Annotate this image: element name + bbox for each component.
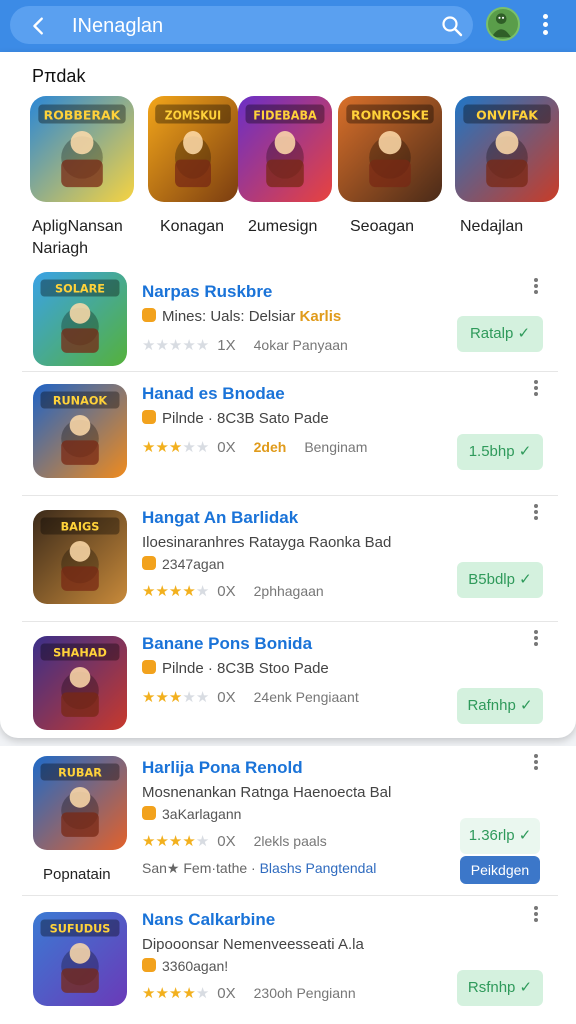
featured-game-tile[interactable]: ROBBERAK bbox=[30, 96, 134, 202]
app-list-row[interactable]: RUNAOK Hanad es Bnodae Pilnde · 8C3B Sato… bbox=[22, 372, 558, 496]
svg-text:ZOMSKUI: ZOMSKUI bbox=[165, 107, 221, 122]
more-options-icon[interactable] bbox=[530, 752, 542, 772]
back-arrow-icon[interactable] bbox=[28, 15, 50, 37]
featured-game-label[interactable]: Nedajlan bbox=[460, 216, 523, 238]
search-input[interactable]: INenaglan bbox=[72, 15, 163, 38]
app-list-row[interactable]: SUFUDUS Nans Calkarbine Dipooonsar Nemenv… bbox=[22, 898, 558, 1020]
app-list-row[interactable]: SOLARE Narpas Ruskbre Mines: Uals: Delsia… bbox=[22, 270, 558, 372]
app-meta: Benginam bbox=[304, 439, 368, 455]
svg-text:ROBBERAK: ROBBERAK bbox=[44, 107, 122, 122]
svg-text:SUFUDUS: SUFUDUS bbox=[50, 923, 111, 936]
more-vertical-icon[interactable] bbox=[536, 12, 554, 38]
featured-game-tile[interactable]: ONVIFAK bbox=[455, 96, 559, 202]
app-icon[interactable]: SHAHAD bbox=[33, 636, 127, 730]
rating-stars: ★★★★★ 0X 24enk Pengiaant bbox=[142, 689, 359, 706]
app-icon[interactable]: BAIGS bbox=[33, 510, 127, 604]
rating-stars: ★★★★★ 0X 2lekls paals bbox=[142, 833, 327, 850]
app-list-row[interactable]: BAIGS Hangat An Barlidak Iloesinaranhres … bbox=[22, 496, 558, 622]
developer-badge-icon bbox=[142, 958, 156, 972]
action-button[interactable]: Peikdgen bbox=[460, 856, 540, 884]
rating-value: 0X bbox=[217, 439, 236, 456]
svg-text:RUBAR: RUBAR bbox=[58, 767, 102, 780]
app-list-row[interactable]: RUBAR Harlija Pona Renold Mosnenankan Rat… bbox=[22, 746, 558, 896]
svg-text:SHAHAD: SHAHAD bbox=[53, 647, 107, 660]
install-button[interactable]: 1.36rlp ✓ bbox=[460, 818, 540, 854]
app-meta: 2phhagaan bbox=[253, 583, 324, 599]
more-options-icon[interactable] bbox=[530, 502, 542, 522]
developer-badge-icon bbox=[142, 556, 156, 570]
developer-badge-icon bbox=[142, 806, 156, 820]
featured-game-tile[interactable]: ZOMSKUI bbox=[148, 96, 238, 202]
developer-badge-icon bbox=[142, 410, 156, 424]
app-title[interactable]: Hangat An Barlidak bbox=[142, 508, 298, 528]
featured-game-tile[interactable]: FIDEBABA bbox=[238, 96, 332, 202]
app-meta: 2lekls paals bbox=[253, 833, 327, 849]
install-button[interactable]: Rsfnhp ✓ bbox=[457, 970, 543, 1006]
rating-value: 0X bbox=[217, 689, 236, 706]
rating-stars: ★★★★★ 0X 230oh Pengiann bbox=[142, 985, 356, 1002]
more-options-icon[interactable] bbox=[530, 904, 542, 924]
app-developer: Pilnde · 8C3B Sato Pade bbox=[142, 410, 329, 427]
main-card: Pπdak ROBBERAK ApligNansan Nariagh ZOMSK… bbox=[0, 52, 576, 738]
featured-game-label[interactable]: 2umesign bbox=[248, 216, 317, 238]
app-icon[interactable]: RUNAOK bbox=[33, 384, 127, 478]
featured-game-label[interactable]: ApligNansan Nariagh bbox=[32, 216, 123, 260]
svg-text:SOLARE: SOLARE bbox=[55, 283, 105, 296]
app-meta: 4okar Panyaan bbox=[253, 337, 348, 353]
section-title: Pπdak bbox=[32, 66, 86, 86]
promo-text: San★ Fem·tathe · Blashs Pangtendal bbox=[142, 860, 377, 876]
svg-text:FIDEBABA: FIDEBABA bbox=[253, 108, 317, 123]
more-options-icon[interactable] bbox=[530, 276, 542, 296]
search-icon[interactable] bbox=[440, 14, 464, 38]
more-options-icon[interactable] bbox=[530, 378, 542, 398]
rating-stars: ★★★★★ 0X 2phhagaan bbox=[142, 583, 324, 600]
app-developer: Pilnde · 8C3B Stoo Pade bbox=[142, 660, 329, 677]
svg-text:ONVIFAK: ONVIFAK bbox=[476, 107, 539, 122]
featured-game-tile[interactable]: RONROSKE bbox=[338, 96, 442, 202]
install-button[interactable]: Rafnhp ✓ bbox=[457, 688, 543, 724]
install-button[interactable]: 1.5bhp ✓ bbox=[457, 434, 543, 470]
rating-value: 0X bbox=[217, 985, 236, 1002]
svg-text:RONROSKE: RONROSKE bbox=[351, 107, 429, 122]
featured-game-label[interactable]: Konagan bbox=[160, 216, 224, 238]
app-caption: Popnatain bbox=[43, 866, 111, 883]
app-title[interactable]: Hanad es Bnodae bbox=[142, 384, 285, 404]
rating-value: 0X bbox=[217, 833, 236, 850]
app-list-section: RUBAR Harlija Pona Renold Mosnenankan Rat… bbox=[0, 746, 576, 1024]
developer-badge-icon bbox=[142, 308, 156, 322]
app-meta: 230oh Pengiann bbox=[253, 985, 356, 1001]
app-developer: Mines: Uals: Delsiar Karlis bbox=[142, 308, 341, 325]
search-bar[interactable]: INenaglan bbox=[10, 6, 473, 44]
downloads-value: 2deh bbox=[253, 439, 287, 455]
app-developer: Mosnenankan Ratnga Haenoecta Bal bbox=[142, 784, 392, 801]
app-developer: Dipooonsar Nemenveesseati A.la bbox=[142, 936, 364, 953]
app-title[interactable]: Narpas Ruskbre bbox=[142, 282, 272, 302]
rating-value: 0X bbox=[217, 583, 236, 600]
more-options-icon[interactable] bbox=[530, 628, 542, 648]
app-icon[interactable]: SUFUDUS bbox=[33, 912, 127, 1006]
app-icon[interactable]: RUBAR bbox=[33, 756, 127, 850]
install-button[interactable]: B5bdlp ✓ bbox=[457, 562, 543, 598]
install-button[interactable]: Ratalp ✓ bbox=[457, 316, 543, 352]
svg-text:BAIGS: BAIGS bbox=[61, 521, 100, 534]
app-category: 3360agan! bbox=[142, 958, 228, 974]
featured-game-label[interactable]: Seoagan bbox=[350, 216, 414, 238]
app-developer: Iloesinaranhres Ratayga Raonka Bad bbox=[142, 534, 392, 551]
app-title[interactable]: Nans Calkarbine bbox=[142, 910, 275, 930]
svg-text:RUNAOK: RUNAOK bbox=[53, 395, 109, 408]
app-category: 2347agan bbox=[142, 556, 224, 572]
app-title[interactable]: Banane Pons Bonida bbox=[142, 634, 312, 654]
app-bar: INenaglan bbox=[0, 0, 576, 52]
app-category: 3aKarlagann bbox=[142, 806, 241, 822]
developer-badge-icon bbox=[142, 660, 156, 674]
app-icon[interactable]: SOLARE bbox=[33, 272, 127, 366]
rating-value: 1X bbox=[217, 337, 236, 354]
avatar[interactable] bbox=[486, 7, 520, 41]
app-list-row[interactable]: SHAHAD Banane Pons Bonida Pilnde · 8C3B S… bbox=[22, 622, 558, 738]
app-title[interactable]: Harlija Pona Renold bbox=[142, 758, 303, 778]
rating-stars: ★★★★★ 1X 4okar Panyaan bbox=[142, 337, 348, 354]
rating-stars: ★★★★★ 0X 2deh Benginam bbox=[142, 439, 368, 456]
app-meta: 24enk Pengiaant bbox=[253, 689, 359, 705]
